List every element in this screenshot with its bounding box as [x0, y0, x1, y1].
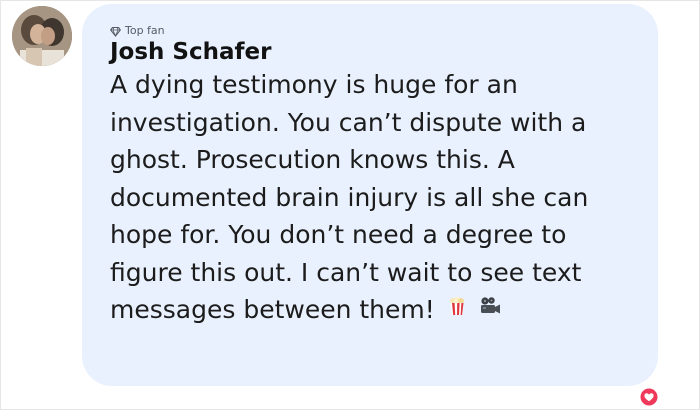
popcorn-icon: [447, 289, 467, 327]
top-fan-badge: Top fan: [110, 25, 165, 37]
avatar-photo: [12, 6, 72, 66]
heart-reaction[interactable]: [639, 387, 659, 407]
comment-text: A dying testimony is huge for an investi…: [110, 66, 645, 330]
badge-label: Top fan: [125, 24, 165, 37]
avatar[interactable]: [12, 6, 72, 66]
diamond-icon: [110, 26, 121, 37]
movie-camera-icon: [479, 289, 501, 327]
author-name[interactable]: Josh Schafer: [110, 37, 271, 67]
comment-body: A dying testimony is huge for an investi…: [110, 70, 589, 324]
heart-icon: [640, 388, 658, 406]
